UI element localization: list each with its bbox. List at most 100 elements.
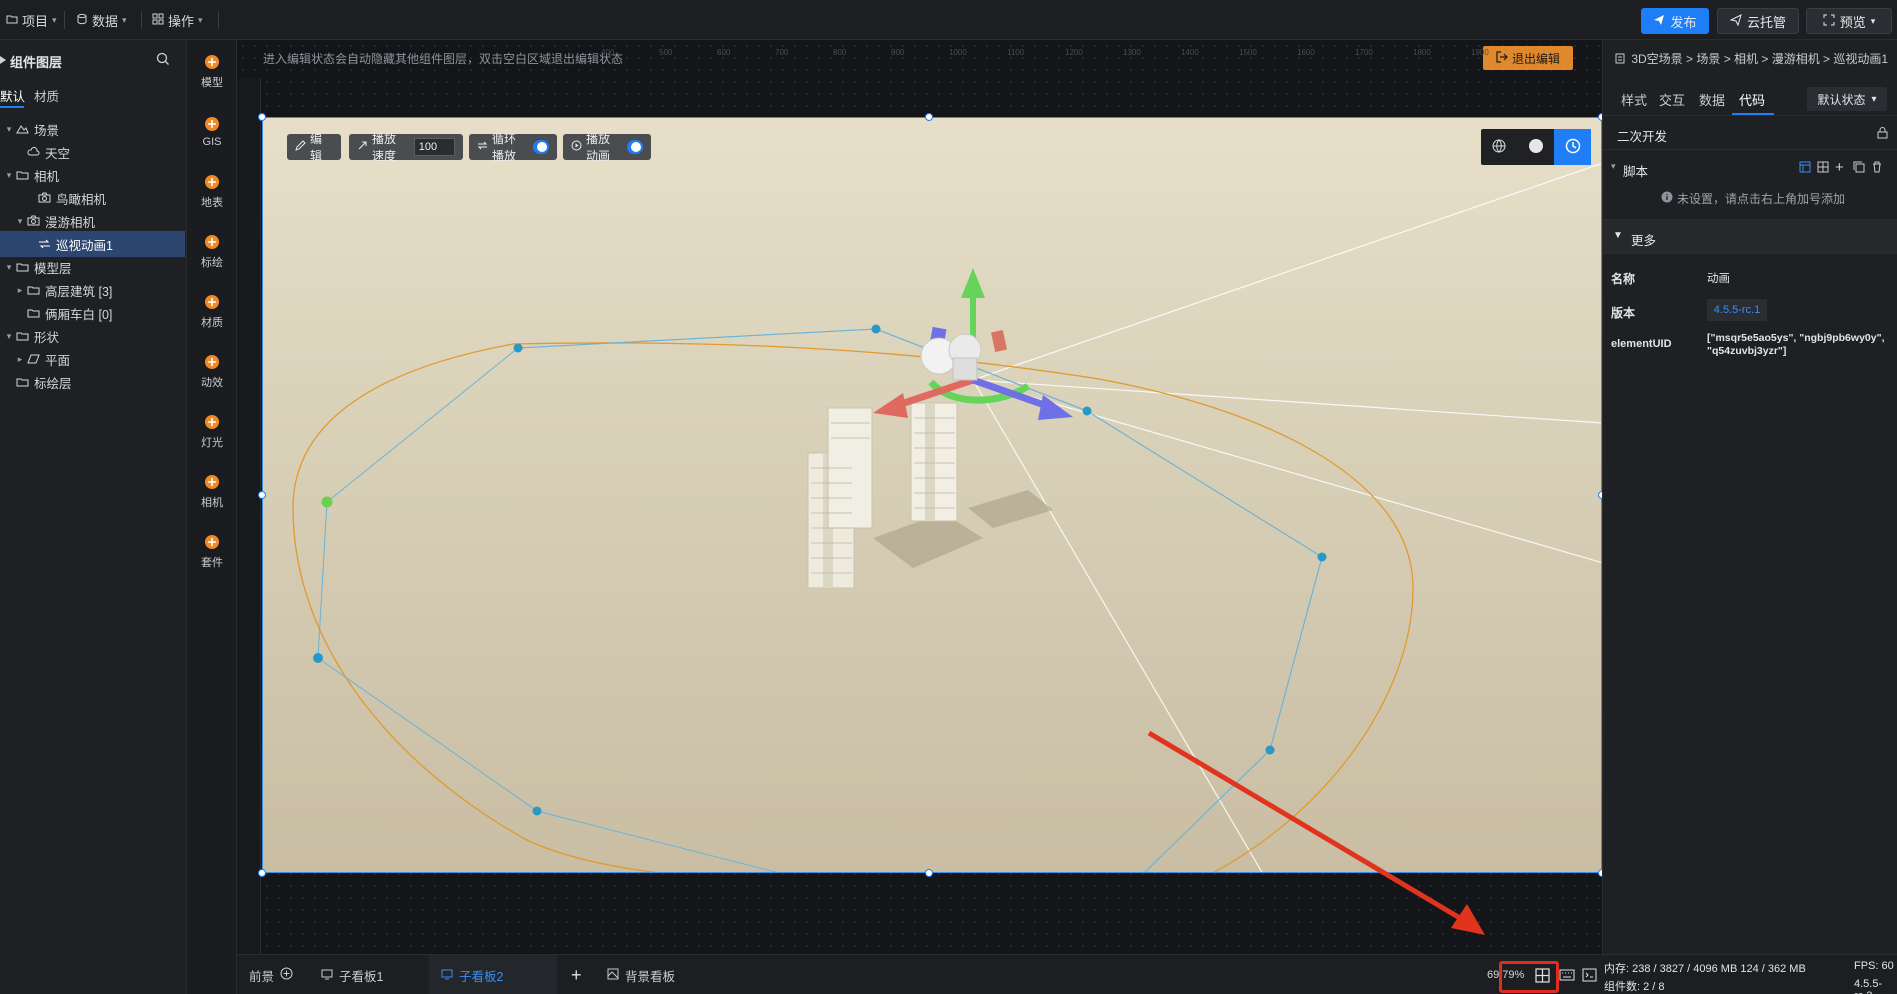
layers-panel: 组件图层 默认 材质 ▾ 场景 天空 ▾ 相机 鸟瞰相机 ▾ 漫游相机 巡视动画1 ▾ 模型层 ▸ 高层… xyxy=(0,40,187,994)
keyboard-icon[interactable] xyxy=(1559,968,1575,985)
canvas-area[interactable]: 进入编辑状态会自动隐藏其他组件图层，双击空白区域退出编辑状态 退出编辑 400 5… xyxy=(237,40,1602,954)
globe-view-button[interactable] xyxy=(1481,129,1518,165)
layout-icon[interactable] xyxy=(1799,161,1811,176)
chevron-down-icon[interactable]: ▾ xyxy=(4,170,14,181)
component-light[interactable]: 灯光 xyxy=(187,406,237,456)
play-toggle[interactable] xyxy=(627,140,643,154)
resize-handle[interactable] xyxy=(258,113,266,121)
loop-toggle[interactable] xyxy=(533,140,549,154)
globe-icon xyxy=(1492,139,1506,156)
menu-project[interactable]: 项目 ▾ xyxy=(0,8,63,32)
tab-label: 子看板1 xyxy=(339,969,384,984)
sky-icon xyxy=(25,145,41,159)
resize-handle[interactable] xyxy=(258,869,266,877)
breadcrumb-text: 3D空场景 > 场景 > 相机 > 漫游相机 > 巡视动画1 xyxy=(1631,52,1889,66)
plus-icon[interactable]: + xyxy=(1835,159,1844,176)
lock-icon[interactable] xyxy=(1877,126,1888,142)
chevron-right-icon[interactable]: ▸ xyxy=(15,354,25,365)
resize-handle[interactable] xyxy=(925,869,933,877)
ruler-tick-label: 1200 xyxy=(1065,48,1083,57)
transform-gizmo[interactable] xyxy=(873,268,1073,420)
chevron-down-icon[interactable]: ▾ xyxy=(15,216,25,227)
background-icon xyxy=(607,968,619,983)
trash-icon[interactable] xyxy=(1871,161,1883,176)
ruler-tick-label: 500 xyxy=(659,48,673,57)
more-section-header[interactable]: ▼ 更多 xyxy=(1603,220,1897,254)
buildings-model xyxy=(807,402,958,589)
component-camera[interactable]: 相机 xyxy=(187,466,237,516)
menu-data[interactable]: 数据 ▾ xyxy=(70,8,133,32)
edit-button[interactable]: 编辑 xyxy=(287,132,341,163)
chevron-down-icon[interactable]: ▾ xyxy=(4,262,14,273)
folder-icon xyxy=(14,329,30,343)
scene-tree-icon xyxy=(1615,53,1625,67)
breadcrumb: 3D空场景 > 场景 > 相机 > 漫游相机 > 巡视动画1 xyxy=(1615,50,1888,67)
grid-icon[interactable] xyxy=(1817,161,1829,176)
component-label: GIS xyxy=(202,135,222,148)
uid-label: elementUID xyxy=(1611,338,1672,350)
edit-icon xyxy=(295,140,306,154)
tab-data[interactable]: 数据 xyxy=(1699,90,1725,109)
layer-node-label: 天空 xyxy=(45,146,71,161)
chevron-down-icon[interactable]: ▾ xyxy=(4,124,14,135)
layer-node-label: 高层建筑 [3] xyxy=(45,284,113,299)
resize-handle[interactable] xyxy=(925,113,933,121)
tab-foreground[interactable]: 前景 xyxy=(237,955,305,994)
scene-icon xyxy=(14,122,30,136)
preview-button[interactable]: 预览 ▾ xyxy=(1806,8,1892,34)
tab-interaction[interactable]: 交互 xyxy=(1659,90,1685,109)
tab-background-board[interactable]: 背景看板 xyxy=(595,955,687,994)
chevron-down-icon: ▼ xyxy=(1613,230,1623,241)
cloud-host-button[interactable]: 云托管 xyxy=(1717,8,1799,34)
component-label: 地表 xyxy=(201,196,223,209)
component-material[interactable]: 材质 xyxy=(187,286,237,336)
tab-code[interactable]: 代码 xyxy=(1739,90,1765,109)
ruler-tick-label: 800 xyxy=(833,48,847,57)
model-icon xyxy=(203,53,221,71)
chevron-down-icon[interactable]: ▾ xyxy=(1611,161,1616,172)
layer-node-label: 标绘层 xyxy=(34,376,72,391)
layer-node[interactable]: 标绘层 xyxy=(0,369,185,395)
component-effect[interactable]: 动效 xyxy=(187,346,237,396)
tab-subboard-2[interactable]: 子看板2 xyxy=(429,955,557,994)
info-icon xyxy=(1661,191,1673,206)
menu-operate[interactable]: 操作 ▾ xyxy=(146,8,209,32)
material-icon xyxy=(203,293,221,311)
tab-subboard-1[interactable]: 子看板1 xyxy=(309,955,427,994)
solid-view-button[interactable] xyxy=(1518,129,1555,165)
tab-underline xyxy=(1732,113,1774,115)
chevron-right-icon[interactable]: ▸ xyxy=(15,285,25,296)
orbit-view-button[interactable] xyxy=(1554,129,1592,165)
layers-header: 组件图层 xyxy=(0,48,187,74)
scene-viewport[interactable]: 编辑 播放速度 100 循环播放 播放动画 xyxy=(262,117,1602,873)
component-model[interactable]: 模型 xyxy=(187,46,237,96)
property-tabs: 样式 交互 数据 代码 默认状态 ▾ xyxy=(1603,80,1897,116)
component-terrain[interactable]: 地表 xyxy=(187,166,237,216)
tab-style[interactable]: 样式 xyxy=(1621,90,1647,109)
add-board-button[interactable]: + xyxy=(559,955,594,994)
marker-icon xyxy=(203,233,221,251)
component-count: 组件数: 2 / 8 xyxy=(1604,981,1665,993)
chevron-down-icon[interactable]: ▾ xyxy=(4,331,14,342)
tab-default[interactable]: 默认 xyxy=(0,86,25,105)
exit-edit-button[interactable]: 退出编辑 xyxy=(1483,46,1573,70)
add-circle-icon[interactable] xyxy=(280,967,293,983)
speed-input[interactable]: 100 xyxy=(413,138,455,156)
layer-node-label: 场景 xyxy=(34,123,60,138)
terminal-icon[interactable] xyxy=(1582,968,1597,985)
component-marker[interactable]: 标绘 xyxy=(187,226,237,276)
publish-button[interactable]: 发布 xyxy=(1641,8,1709,34)
component-gis[interactable]: GIS xyxy=(187,106,237,156)
state-select[interactable]: 默认状态 ▾ xyxy=(1807,87,1887,111)
script-title: 脚本 xyxy=(1623,165,1649,179)
component-kit[interactable]: 套件 xyxy=(187,526,237,576)
resize-handle[interactable] xyxy=(258,491,266,499)
copy-icon[interactable] xyxy=(1853,161,1865,176)
play-icon xyxy=(571,140,582,154)
script-section: ▾ 脚本 + 未设置，请点击右上角加号添加 xyxy=(1603,150,1897,220)
more-title: 更多 xyxy=(1631,234,1657,248)
chevron-down-icon: ▾ xyxy=(52,14,57,25)
tab-material[interactable]: 材质 xyxy=(34,86,59,105)
search-icon[interactable] xyxy=(156,52,170,69)
ruler-tick-label: 1500 xyxy=(1239,48,1257,57)
